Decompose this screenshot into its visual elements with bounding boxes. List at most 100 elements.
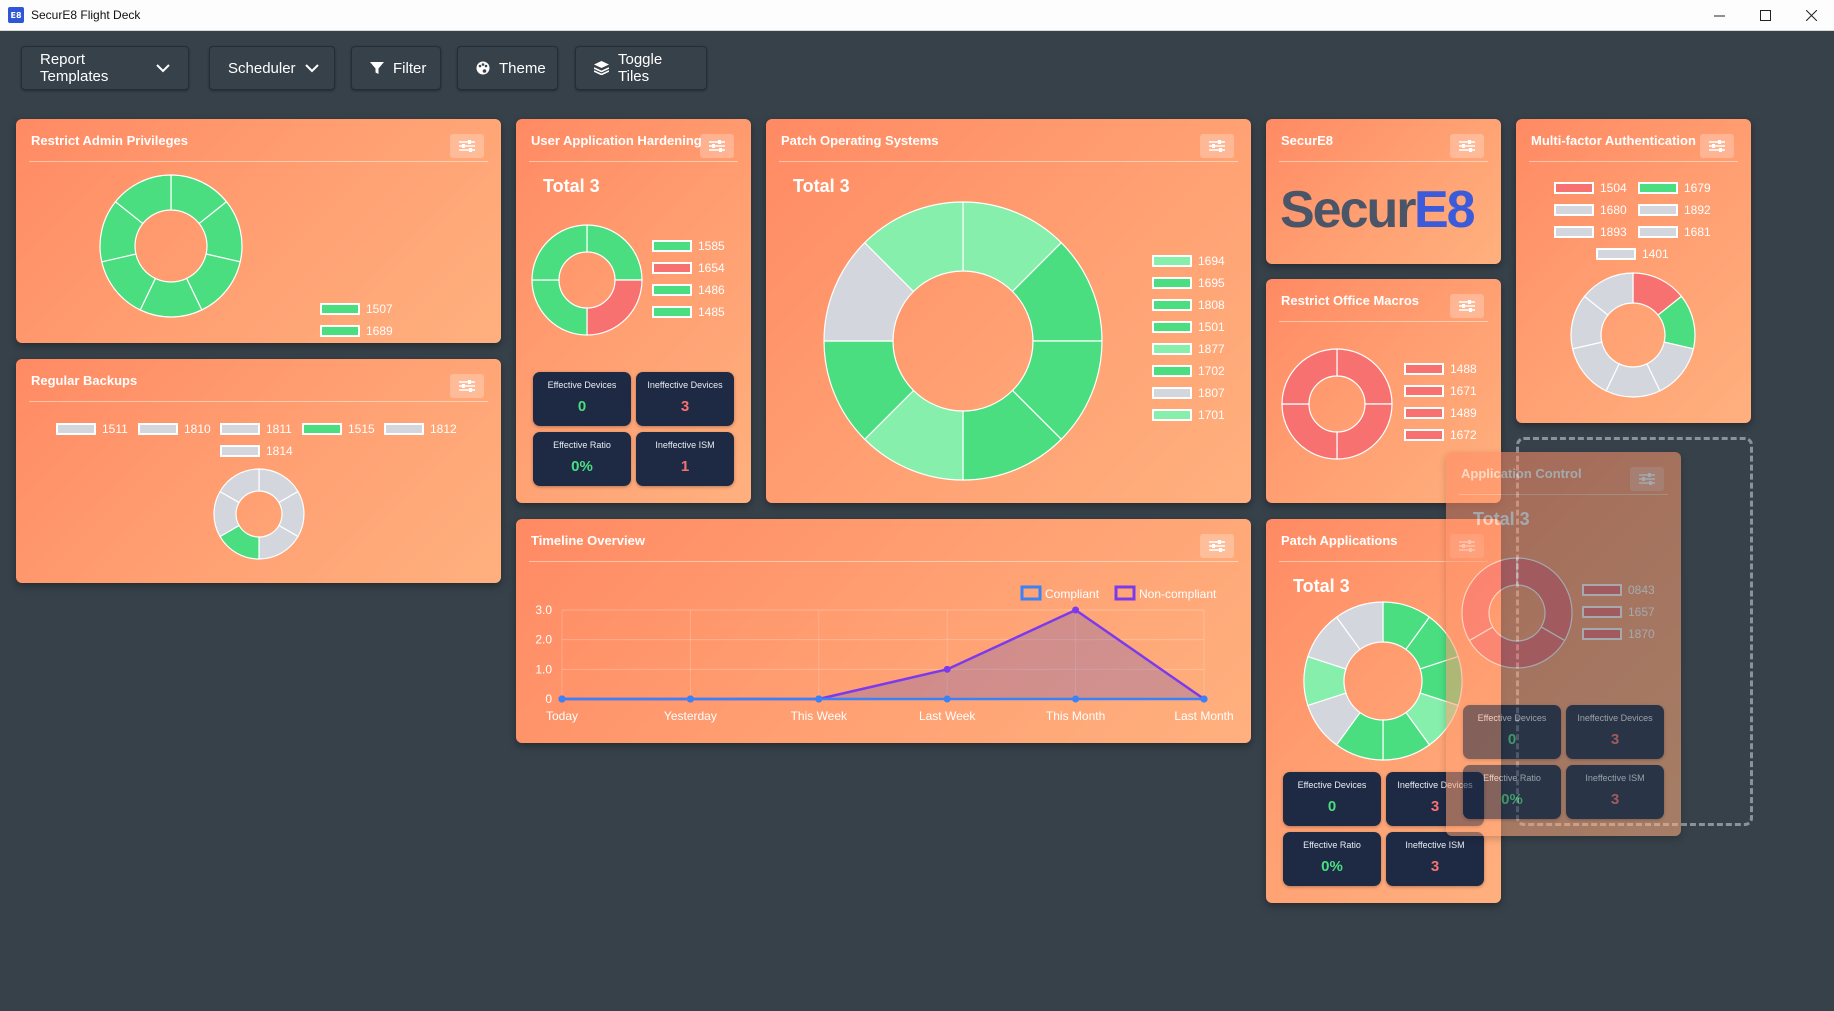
legend-item: 1870 xyxy=(1582,627,1655,641)
toggle-tiles-button[interactable]: Toggle Tiles xyxy=(575,46,707,90)
tile-settings-button[interactable] xyxy=(700,134,734,158)
legend-item: 1657 xyxy=(1582,605,1655,619)
donut-segment xyxy=(1461,557,1518,642)
legend-item: 1654 xyxy=(652,261,725,275)
tile-settings-button[interactable] xyxy=(1200,134,1234,158)
legend-label: 1671 xyxy=(1450,384,1477,398)
legend-item: 1671 xyxy=(1404,384,1477,398)
donut-segment xyxy=(1336,348,1393,405)
legend-label: 1702 xyxy=(1198,364,1225,378)
tile-settings-button[interactable] xyxy=(450,134,484,158)
legend-swatch xyxy=(1554,226,1594,238)
kpi-label: Ineffective ISM xyxy=(1585,773,1645,783)
legend-label: 1893 xyxy=(1600,225,1627,239)
kpi-label: Effective Ratio xyxy=(1483,773,1541,783)
legend-swatch xyxy=(1404,385,1444,397)
x-tick-label: Today xyxy=(546,709,578,723)
tile-title: Application Control xyxy=(1461,466,1582,481)
scheduler-dropdown[interactable]: Scheduler xyxy=(209,46,335,90)
kpi-label: Ineffective Devices xyxy=(1577,713,1653,723)
tile-user-application-hardening[interactable]: User Application Hardening Total 3 1585 … xyxy=(516,119,751,503)
legend-swatch xyxy=(1638,204,1678,216)
tile-settings-button[interactable] xyxy=(1700,134,1734,158)
legend-label: 1811 xyxy=(266,422,292,436)
kpi-value: 0% xyxy=(571,458,593,475)
legend-item: 1672 xyxy=(1404,428,1477,442)
tile-restrict-admin-privileges[interactable]: Restrict Admin Privileges 1507 1689 1380… xyxy=(16,119,501,343)
tile-timeline-overview[interactable]: Timeline Overview 0 1.0 2.0 3.0 Today Yesterd… xyxy=(516,519,1251,743)
legend-swatch xyxy=(1638,226,1678,238)
report-templates-dropdown[interactable]: Report Templates xyxy=(21,46,189,90)
sliders-icon xyxy=(709,140,725,152)
legend-swatch xyxy=(1638,182,1678,194)
tile-regular-backups[interactable]: Regular Backups 1511 1810 1811 1515 1812… xyxy=(16,359,501,583)
legend-label: 1807 xyxy=(1198,386,1225,400)
legend-label: 1485 xyxy=(698,305,725,319)
kpi-value: 0 xyxy=(577,398,587,415)
y-tick-label: 3.0 xyxy=(535,603,552,617)
tile-patch-operating-systems[interactable]: Patch Operating Systems Total 3 1694 169… xyxy=(766,119,1251,503)
tile-application-control-dragging[interactable]: Application Control Total 3 0843 1657 18… xyxy=(1446,452,1681,836)
kpi-effective-devices: Effective Devices 0 xyxy=(533,372,631,426)
y-tick-label: 1.0 xyxy=(535,662,552,676)
sliders-icon xyxy=(1639,473,1655,485)
divider xyxy=(1459,494,1668,495)
legend-item: 1488 xyxy=(1404,362,1477,376)
donut-chart xyxy=(99,174,243,318)
kpi-value: 3 xyxy=(1610,731,1620,748)
legend-label: 1808 xyxy=(1198,298,1225,312)
legend-item: 1679 xyxy=(1638,181,1711,195)
legend-label: 1585 xyxy=(698,239,725,253)
donut-segment xyxy=(1468,626,1566,669)
kpi-label: Ineffective ISM xyxy=(655,440,715,450)
legend-label: 1489 xyxy=(1450,406,1477,420)
maximize-button[interactable] xyxy=(1742,0,1788,31)
maximize-icon xyxy=(1759,10,1771,21)
minimize-button[interactable] xyxy=(1696,0,1742,31)
tile-settings-button[interactable] xyxy=(1630,467,1664,491)
divider xyxy=(29,401,488,402)
legend-swatch xyxy=(1152,387,1192,399)
legend-label: Compliant xyxy=(1045,587,1100,601)
filter-button[interactable]: Filter xyxy=(351,46,441,90)
legend-item: 1486 xyxy=(652,283,725,297)
legend-label: Non-compliant xyxy=(1139,587,1217,601)
legend-swatch xyxy=(1582,584,1622,596)
chevron-down-icon xyxy=(304,63,319,72)
x-tick-label: Yesterday xyxy=(664,709,717,723)
kpi-label: Effective Devices xyxy=(1477,713,1547,723)
app-icon: E8 xyxy=(8,7,24,23)
legend-swatch xyxy=(1152,255,1192,267)
kpi-ineffective-ism: Ineffective ISM 3 xyxy=(1566,765,1664,819)
legend-swatch xyxy=(652,306,692,318)
theme-label: Theme xyxy=(499,59,546,77)
tile-multi-factor-authentication[interactable]: Multi-factor Authentication 1504 1679 16… xyxy=(1516,119,1751,423)
legend-item: 1893 xyxy=(1554,225,1627,239)
sliders-icon xyxy=(1459,140,1475,152)
tile-settings-button[interactable] xyxy=(450,374,484,398)
donut-chart xyxy=(1281,348,1393,460)
tile-title: User Application Hardening xyxy=(531,133,702,148)
legend-item: 1485 xyxy=(652,305,725,319)
secure8-logo: Secur E8 xyxy=(1280,181,1477,239)
tile-settings-button[interactable] xyxy=(1450,294,1484,318)
divider xyxy=(779,161,1238,162)
legend-swatch xyxy=(1404,407,1444,419)
legend-swatch xyxy=(220,445,260,457)
kpi-value: 3 xyxy=(680,398,690,415)
kpi-label: Ineffective Devices xyxy=(647,380,723,390)
non-compliant-point xyxy=(943,665,951,673)
close-button[interactable] xyxy=(1788,0,1834,31)
line-chart: 0 1.0 2.0 3.0 Today Yesterday This Week Last We… xyxy=(535,585,1234,723)
tile-secure8[interactable]: SecurE8 Secur E8 xyxy=(1266,119,1501,264)
sliders-icon xyxy=(1209,140,1225,152)
x-tick-label: This Week xyxy=(791,709,848,723)
chevron-down-icon xyxy=(156,63,170,72)
tile-settings-button[interactable] xyxy=(1450,134,1484,158)
legend-label: 1870 xyxy=(1628,627,1655,641)
sliders-icon xyxy=(459,380,475,392)
kpi-effective-devices: Effective Devices 0 xyxy=(1283,772,1381,826)
kpi-ineffective-ism: Ineffective ISM 3 xyxy=(1386,832,1484,886)
theme-button[interactable]: Theme xyxy=(457,46,558,90)
compliant-point xyxy=(943,695,951,703)
